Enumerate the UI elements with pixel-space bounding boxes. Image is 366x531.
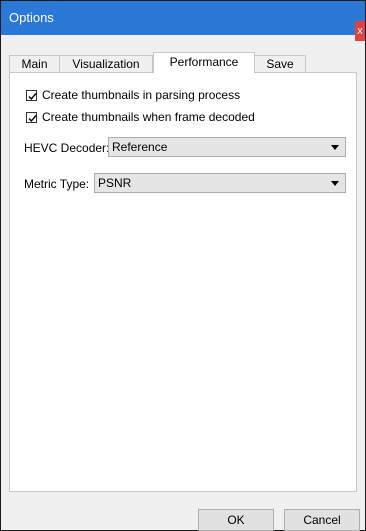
tab-visualization[interactable]: Visualization (59, 55, 153, 72)
metric-type-label: Metric Type: (24, 177, 90, 191)
checkbox-decoded-label: Create thumbnails when frame decoded (42, 110, 255, 124)
create-thumbnails-parsing-option[interactable]: Create thumbnails in parsing process (26, 87, 240, 103)
chevron-down-icon (331, 181, 339, 186)
window-title: Options (9, 10, 54, 25)
check-icon (28, 114, 37, 122)
checkbox-parsing[interactable] (26, 89, 37, 101)
check-icon (28, 92, 37, 100)
hevc-decoder-label: HEVC Decoder: (24, 141, 110, 155)
performance-panel: Create thumbnails in parsing process Cre… (9, 72, 357, 492)
create-thumbnails-decoded-option[interactable]: Create thumbnails when frame decoded (26, 109, 255, 125)
checkbox-decoded[interactable] (26, 111, 37, 123)
tab-save[interactable]: Save (254, 55, 306, 72)
tab-performance[interactable]: Performance (153, 52, 255, 73)
cancel-button[interactable]: Cancel (284, 509, 360, 531)
options-dialog: Options x Main Visualization Performance… (0, 0, 366, 531)
tab-main[interactable]: Main (9, 55, 60, 72)
metric-type-select[interactable]: PSNR (94, 173, 346, 193)
title-bar[interactable]: Options x (1, 1, 365, 41)
tab-bar: Main Visualization Performance Save (9, 52, 357, 73)
checkbox-parsing-label: Create thumbnails in parsing process (42, 88, 241, 102)
chevron-down-icon (331, 145, 339, 150)
close-button[interactable]: x (355, 21, 365, 41)
hevc-decoder-select[interactable]: Reference (108, 137, 346, 157)
hevc-decoder-value: Reference (112, 140, 168, 154)
ok-button[interactable]: OK (198, 509, 274, 531)
metric-type-value: PSNR (98, 176, 132, 190)
